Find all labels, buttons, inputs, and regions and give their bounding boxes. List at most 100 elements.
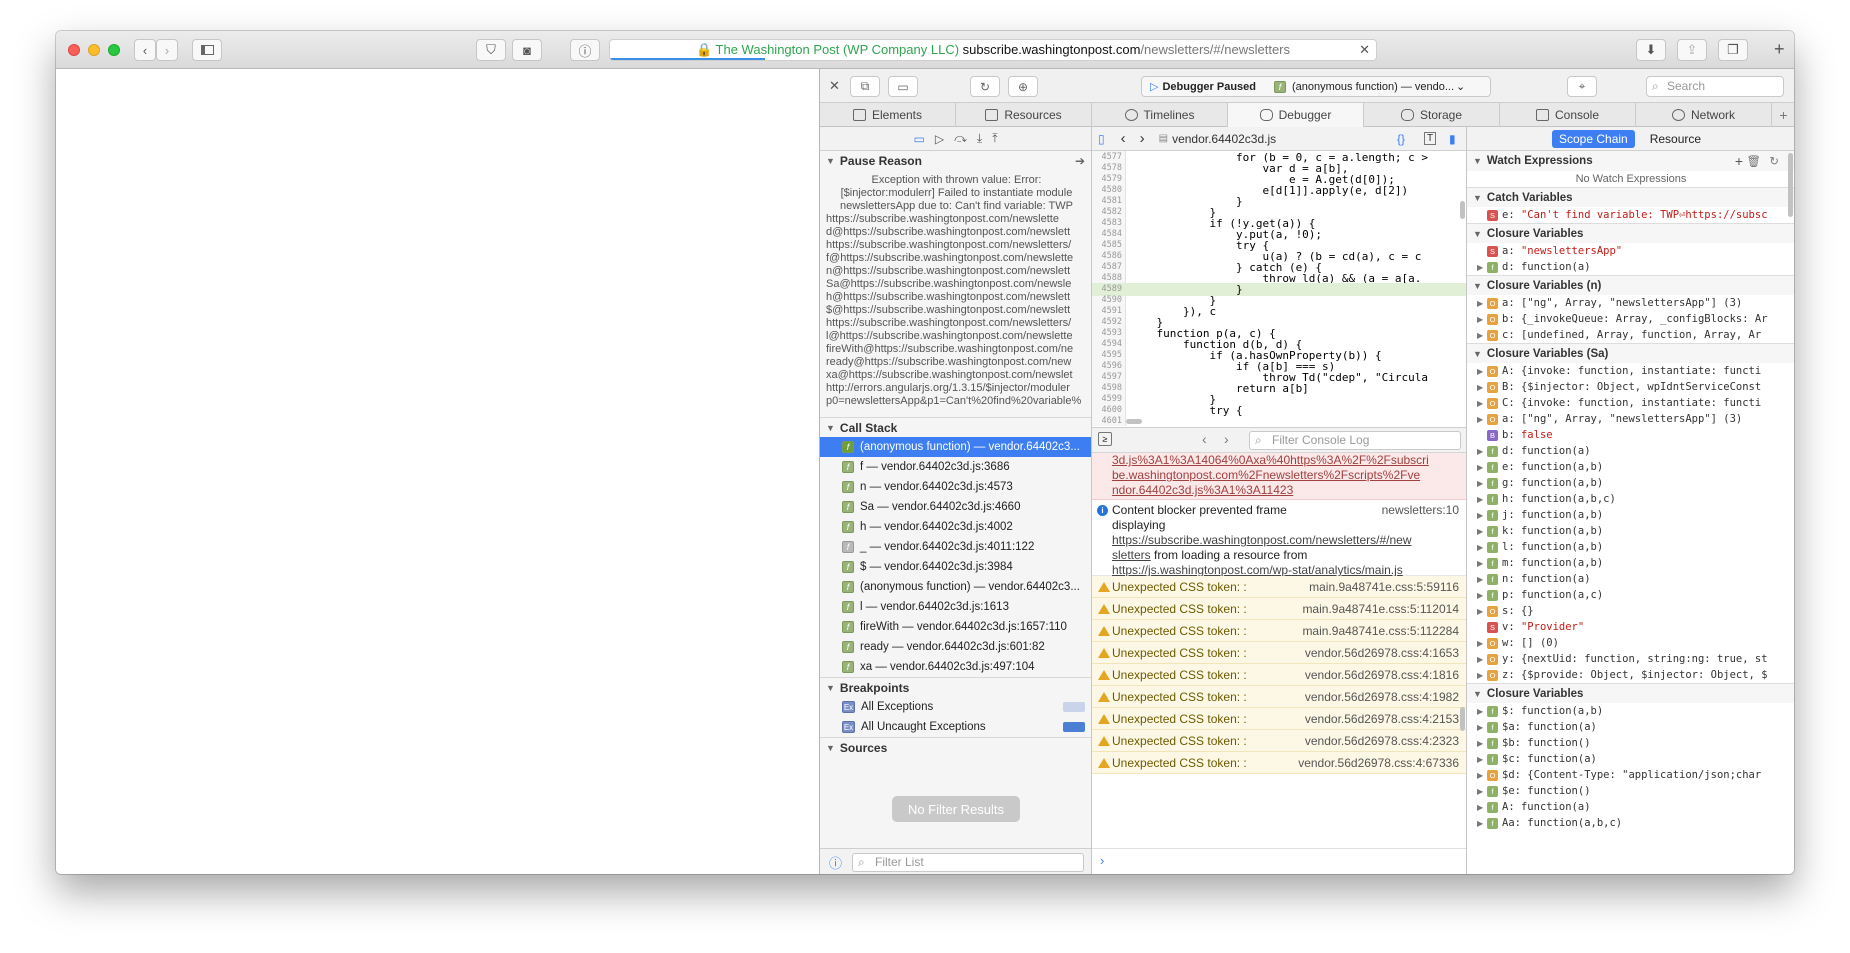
warning-source-link[interactable]: vendor.56d26978.css:4:1816 (1305, 668, 1459, 682)
warning-source-link[interactable]: vendor.56d26978.css:4:2323 (1305, 734, 1459, 748)
close-inspector-icon[interactable]: ✕ (829, 78, 840, 94)
console-warning-message[interactable]: Unexpected CSS token: : vendor.56d26978.c… (1092, 708, 1466, 730)
warning-source-link[interactable]: vendor.56d26978.css:4:1982 (1305, 690, 1459, 704)
scope-variable-row[interactable]: ▶ f j: function(a,b) (1467, 507, 1794, 523)
scope-variable-row[interactable]: ▶ f $c: function(a) (1467, 751, 1794, 767)
catch-variable-row[interactable]: Se: "Can't find variable: TWP⏎https://su… (1467, 207, 1794, 223)
disclosure-triangle-icon[interactable]: ▶ (1477, 527, 1487, 536)
scope-variable-row[interactable]: ▶ O $d: {Content-Type: "application/json;c… (1467, 767, 1794, 783)
previous-message-icon[interactable]: ‹ (1202, 431, 1207, 447)
disclosure-triangle-icon[interactable]: ▶ (1477, 739, 1487, 748)
scope-variable-row[interactable]: ▶ Ow: [] (0) (1467, 635, 1794, 651)
toggle-details-sidebar-icon[interactable]: ▮ (1449, 132, 1456, 146)
tabs-overview-button[interactable]: ❐ (1718, 39, 1748, 61)
disclosure-triangle-icon[interactable]: ▶ (1477, 399, 1487, 408)
watch-expressions-header[interactable]: ▼ Watch Expressions + 🗑 ↻ (1467, 151, 1794, 171)
scope-variable-row[interactable]: ▶ O C: {invoke: function, instantiate: fun… (1467, 395, 1794, 411)
call-stack-frame[interactable]: f Sa — vendor.64402c3d.js:4660 (820, 497, 1091, 517)
console-scrollbar[interactable] (1460, 707, 1465, 731)
type-profiler-icon[interactable]: T (1424, 132, 1437, 145)
scope-variable-row[interactable]: ▶ f $e: function() (1467, 783, 1794, 799)
scope-variable-row[interactable]: ▶ Oa: ["ng", Array, "newslettersApp"] (3) (1467, 411, 1794, 427)
call-stack-frame[interactable]: f f — vendor.64402c3d.js:3686 (820, 457, 1091, 477)
breakpoints-toggle-icon[interactable]: ▭ (913, 132, 924, 146)
blocked-resource-link[interactable]: https://js.washingtonpost.com/wp-stat/an… (1112, 563, 1403, 577)
info-icon[interactable]: ⓘ (829, 853, 842, 872)
console-warning-message[interactable]: Unexpected CSS token: : main.9a48741e.css… (1092, 620, 1466, 642)
reader-button[interactable]: ⓘ (570, 39, 600, 61)
scope-variable-row[interactable]: ▶ Ob: {_invokeQueue: Array, _configBlocks… (1467, 311, 1794, 327)
disclosure-triangle-icon[interactable]: ▶ (1477, 591, 1487, 600)
downloads-button[interactable]: ⬇ (1636, 39, 1666, 61)
scope-variable-row[interactable]: ▶ f $a: function(a) (1467, 719, 1794, 735)
toggle-navigator-icon[interactable]: ▯ (1098, 132, 1105, 146)
call-stack-frame[interactable]: f _ — vendor.64402c3d.js:4011:122 (820, 537, 1091, 557)
scope-variable-row[interactable]: ▶ Oz: {$provide: Object, $injector: Objec… (1467, 667, 1794, 683)
call-stack-frame[interactable]: f h — vendor.64402c3d.js:4002 (820, 517, 1091, 537)
call-stack-frame[interactable]: f l — vendor.64402c3d.js:1613 (820, 597, 1091, 617)
zoom-window-button[interactable] (108, 44, 120, 56)
pause-reason-header[interactable]: ▼ Pause Reason ➔ (820, 151, 1091, 171)
disclosure-triangle-icon[interactable]: ▶ (1477, 787, 1487, 796)
scope-variable-row[interactable]: ▶ f l: function(a,b) (1467, 539, 1794, 555)
catch-variables-header[interactable]: ▼ Catch Variables (1467, 187, 1794, 207)
disclosure-triangle-icon[interactable]: ▶ (1477, 655, 1487, 664)
closure-variables-n-header[interactable]: ▼ Closure Variables (n) (1467, 275, 1794, 295)
scope-variable-row[interactable]: ▶ f k: function(a,b) (1467, 523, 1794, 539)
no-filter-results-button[interactable]: No Filter Results (892, 796, 1020, 822)
back-icon[interactable]: ‹ (1121, 130, 1126, 147)
detach-button[interactable]: ⧉ (850, 76, 880, 97)
scope-variable-row[interactable]: ▶ f e: function(a,b) (1467, 459, 1794, 475)
disclosure-triangle-icon[interactable]: ▶ (1477, 495, 1487, 504)
next-message-icon[interactable]: › (1224, 431, 1229, 447)
forward-icon[interactable]: › (1140, 130, 1145, 147)
disclosure-triangle-icon[interactable]: ▶ (1477, 315, 1487, 324)
code-editor[interactable]: 4577 for (b = 0, c = a.length; c >4578 v… (1092, 151, 1466, 426)
call-stack-frame[interactable]: f xa — vendor.64402c3d.js:497:104 (820, 657, 1091, 677)
console-input-prompt[interactable]: › (1092, 848, 1466, 874)
minimize-window-button[interactable] (88, 44, 100, 56)
details-scrollbar[interactable] (1788, 153, 1793, 217)
closure-variables-header[interactable]: ▼ Closure Variables (1467, 223, 1794, 243)
tab-storage[interactable]: Storage (1364, 103, 1500, 127)
blocked-frame-link[interactable]: https://subscribe.washingtonpost.com/new… (1112, 533, 1411, 547)
disclosure-triangle-icon[interactable]: ▶ (1477, 263, 1487, 272)
scope-variable-row[interactable]: ▶ O B: {$injector: Object, wpIdntServiceCo… (1467, 379, 1794, 395)
scope-variable-row[interactable]: ▶ O A: {invoke: function, instantiate: fun… (1467, 363, 1794, 379)
disclosure-triangle-icon[interactable]: ▶ (1477, 755, 1487, 764)
disclosure-triangle-icon[interactable]: ▶ (1477, 511, 1487, 520)
debugger-status[interactable]: ▷ Debugger Paused f (anonymous function)… (1141, 76, 1491, 97)
sources-header[interactable]: ▼ Sources (820, 737, 1091, 757)
call-stack-frame[interactable]: f ready — vendor.64402c3d.js:601:82 (820, 637, 1091, 657)
pocket-button[interactable]: ◙ (512, 39, 542, 61)
pretty-print-icon[interactable]: {} (1397, 132, 1405, 146)
privacy-button[interactable]: ⛉ (476, 39, 506, 61)
element-picker-button[interactable]: ⌖ (1567, 76, 1597, 97)
console-warning-message[interactable]: Unexpected CSS token: : vendor.56d26978.c… (1092, 686, 1466, 708)
breakpoint-all-exceptions[interactable]: Ex All Exceptions (820, 697, 1091, 717)
filter-list-input[interactable]: ⌕ Filter List (852, 853, 1084, 872)
disclosure-triangle-icon[interactable]: ▶ (1477, 463, 1487, 472)
tab-console[interactable]: Console (1500, 103, 1636, 127)
tab-debugger[interactable]: Debugger (1228, 103, 1364, 127)
editor-scrollbar[interactable] (1460, 201, 1465, 219)
scope-variable-row[interactable]: ▶ Oc: [undefined, Array, function, Array,… (1467, 327, 1794, 343)
call-stack-frame[interactable]: f fireWith — vendor.64402c3d.js:1657:110 (820, 617, 1091, 637)
closure-variables-global-header[interactable]: ▼ Closure Variables (1467, 683, 1794, 703)
scope-variable-row[interactable]: Sa: "newslettersApp" (1467, 243, 1794, 259)
disclosure-triangle-icon[interactable]: ▶ (1477, 607, 1487, 616)
console-warning-message[interactable]: Unexpected CSS token: : main.9a48741e.css… (1092, 598, 1466, 620)
trash-icon[interactable]: 🗑 (1746, 154, 1761, 168)
scope-variable-row[interactable]: ▶ f d: function(a) (1467, 443, 1794, 459)
warning-source-link[interactable]: vendor.56d26978.css:4:1653 (1305, 646, 1459, 660)
disclosure-triangle-icon[interactable]: ▶ (1477, 367, 1487, 376)
call-stack-frame[interactable]: f (anonymous function) — vendor.64402c3..… (820, 437, 1091, 457)
disclosure-triangle-icon[interactable]: ▶ (1477, 383, 1487, 392)
scope-variable-row[interactable]: ▶ Oa: ["ng", Array, "newslettersApp"] (3) (1467, 295, 1794, 311)
filter-console-input[interactable]: ⌕ Filter Console Log (1249, 431, 1461, 450)
tab-resources[interactable]: Resources (956, 103, 1092, 127)
tab-timelines[interactable]: Timelines (1092, 103, 1228, 127)
scope-variable-row[interactable]: Sv: "Provider" (1467, 619, 1794, 635)
step-over-icon[interactable]: ⤼ (954, 131, 967, 146)
disclosure-triangle-icon[interactable]: ▶ (1477, 639, 1487, 648)
